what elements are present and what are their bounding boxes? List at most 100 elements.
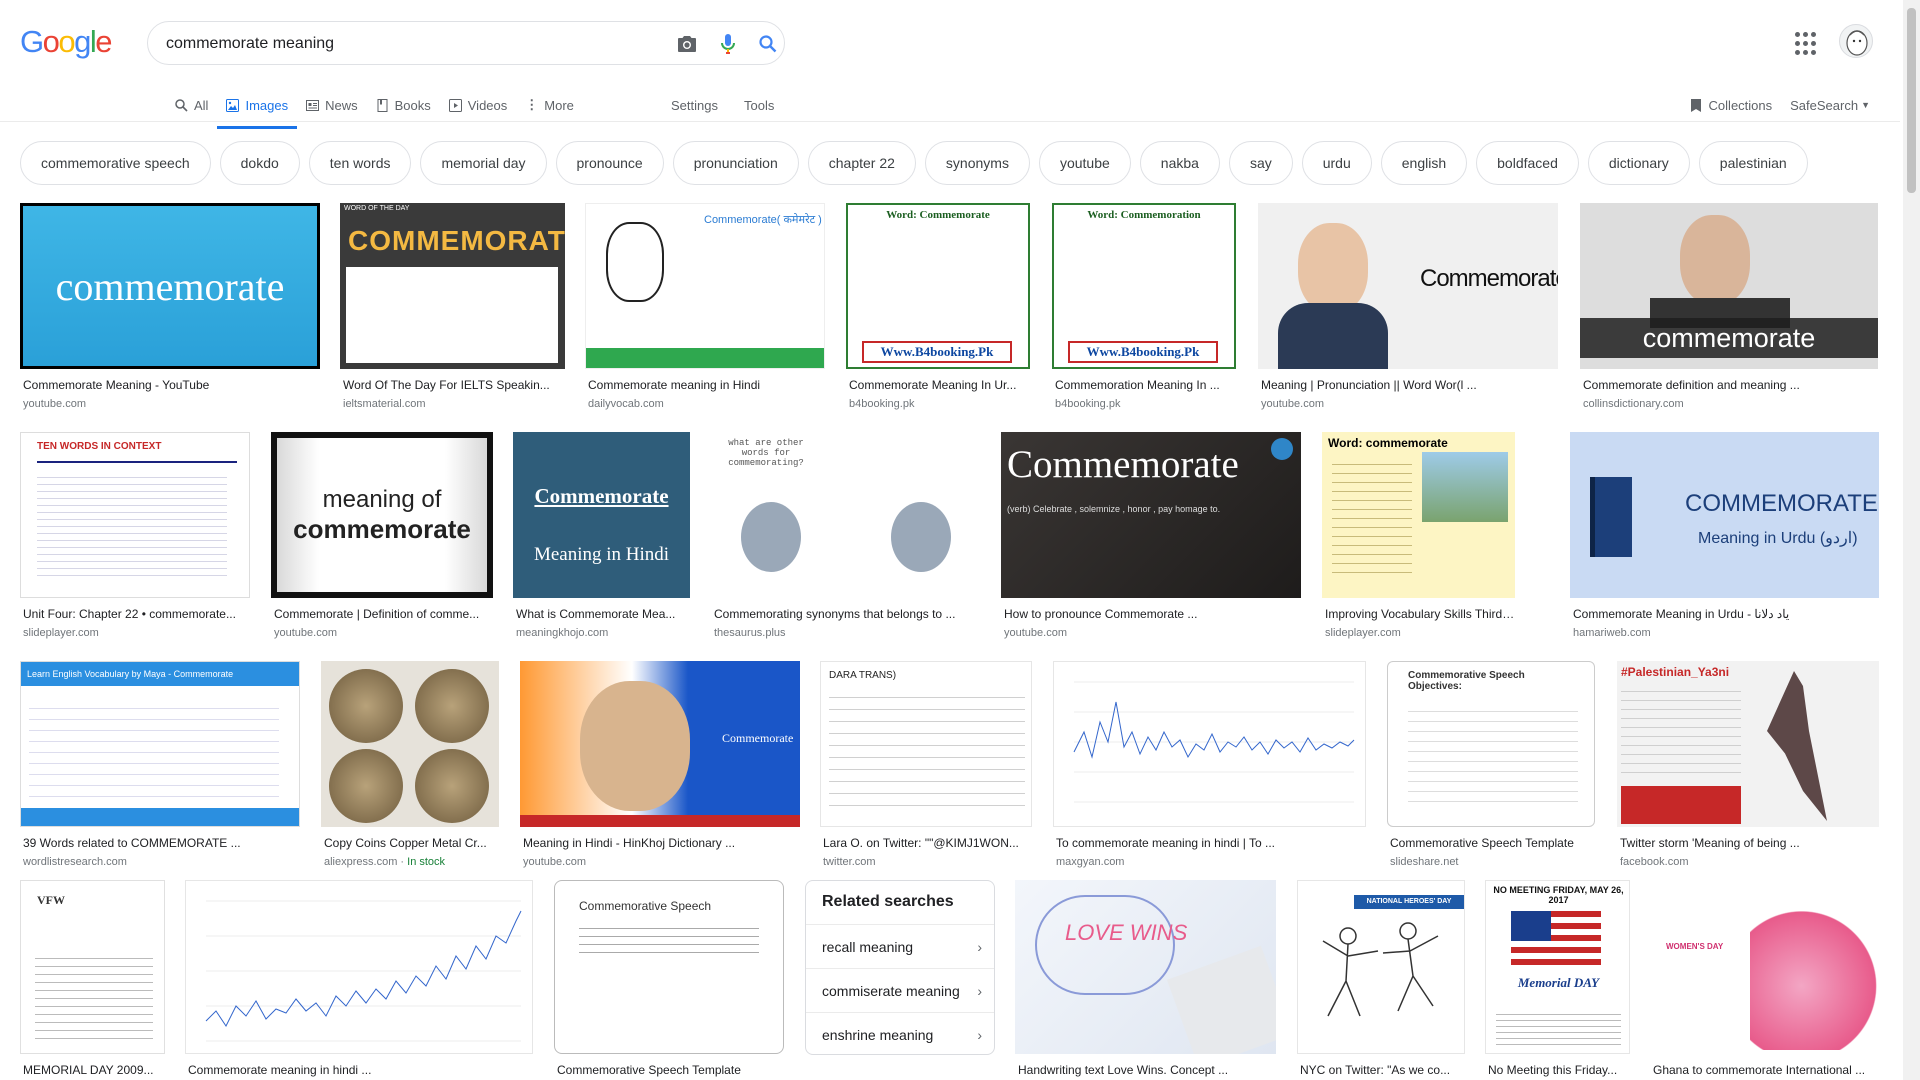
image-result[interactable]: Commemorate Meaning in Hindi What is Com… bbox=[513, 432, 690, 647]
chip[interactable]: say bbox=[1228, 141, 1293, 185]
chip[interactable]: synonyms bbox=[924, 141, 1030, 185]
collections-button[interactable]: Collections bbox=[1690, 98, 1772, 113]
search-tools: Settings Tools bbox=[662, 90, 783, 120]
safesearch-button[interactable]: SafeSearch ▼ bbox=[1790, 98, 1870, 113]
result-source: youtube.com bbox=[1004, 627, 1067, 639]
result-thumbnail: Commemorate( कमेमरेट ) bbox=[585, 203, 825, 369]
tab-all[interactable]: All bbox=[166, 90, 217, 120]
search-tabs: All Images News Books Videos ⋮ More bbox=[166, 90, 583, 129]
image-result[interactable]: commemorate Commemorate Meaning - YouTub… bbox=[20, 203, 320, 418]
scrollbar-thumb[interactable] bbox=[1907, 8, 1916, 193]
tab-more[interactable]: ⋮ More bbox=[516, 90, 583, 120]
chip[interactable]: english bbox=[1380, 141, 1468, 185]
page-scrollbar[interactable] bbox=[1903, 0, 1920, 1080]
image-result[interactable]: Commemorative Speech Commemorative Speec… bbox=[554, 880, 784, 1080]
chip[interactable]: memorial day bbox=[420, 141, 547, 185]
result-thumbnail: Commemorate bbox=[520, 661, 800, 827]
result-thumbnail: LOVE WINS bbox=[1015, 880, 1276, 1054]
image-result[interactable]: what are other words for commemorating? … bbox=[711, 432, 981, 647]
result-source: hamariweb.com bbox=[1573, 627, 1651, 639]
result-source: youtube.com bbox=[1261, 398, 1324, 410]
result-title: How to pronounce Commemorate ... bbox=[1004, 607, 1198, 621]
image-result[interactable]: Commemorate (verb) Celebrate , solemnize… bbox=[1001, 432, 1301, 647]
tab-videos[interactable]: Videos bbox=[440, 90, 517, 120]
chip[interactable]: chapter 22 bbox=[807, 141, 916, 185]
chip[interactable]: palestinian bbox=[1698, 141, 1808, 185]
google-logo[interactable]: Google bbox=[20, 24, 112, 59]
chip[interactable]: dictionary bbox=[1587, 141, 1690, 185]
image-result[interactable]: WORD OF THE DAY COMMEMORATE Word Of The … bbox=[340, 203, 565, 418]
apps-grid-icon[interactable] bbox=[1795, 32, 1819, 56]
image-result[interactable]: Commemorate( कमेमरेट ) Commemorate meani… bbox=[585, 203, 825, 418]
result-thumbnail: WORD OF THE DAY COMMEMORATE bbox=[340, 203, 565, 369]
related-searches-title: Related searches bbox=[822, 893, 954, 910]
result-thumbnail: NATIONAL HEROES' DAY bbox=[1297, 880, 1465, 1054]
settings-link[interactable]: Settings bbox=[662, 90, 727, 120]
image-result[interactable]: VFW MEMORIAL DAY 2009... bbox=[20, 880, 165, 1080]
tab-books[interactable]: Books bbox=[367, 90, 440, 120]
image-result[interactable]: Commemorate Meaning | Pronunciation || W… bbox=[1258, 203, 1558, 418]
logo-letter: g bbox=[74, 24, 91, 59]
image-result[interactable]: Word: Commemoration Www.B4booking.Pk Com… bbox=[1052, 203, 1236, 418]
chip[interactable]: ten words bbox=[308, 141, 412, 185]
result-title: 39 Words related to COMMEMORATE ... bbox=[23, 836, 241, 850]
tab-images[interactable]: Images bbox=[217, 90, 297, 129]
search-icon[interactable] bbox=[757, 33, 779, 55]
image-result[interactable]: DARA TRANS) Lara O. on Twitter: ""@KIMJ1… bbox=[820, 661, 1032, 876]
result-thumbnail: Learn English Vocabulary by Maya - Comme… bbox=[20, 661, 300, 827]
chip[interactable]: nakba bbox=[1139, 141, 1220, 185]
image-result[interactable]: Learn English Vocabulary by Maya - Comme… bbox=[20, 661, 300, 876]
image-result[interactable]: #Palestinian_Ya3ni Twitter storm 'Meanin… bbox=[1617, 661, 1879, 876]
tab-label: All bbox=[194, 97, 209, 113]
image-result[interactable]: Commemorate Meaning in Hindi - HinKhoj D… bbox=[520, 661, 800, 876]
related-search-item[interactable]: enshrine meaning › bbox=[806, 1012, 994, 1056]
related-search-item[interactable]: commiserate meaning › bbox=[806, 968, 994, 1012]
result-title: Twitter storm 'Meaning of being ... bbox=[1620, 836, 1800, 850]
avatar[interactable] bbox=[1839, 24, 1873, 58]
tab-news[interactable]: News bbox=[297, 90, 367, 120]
image-result[interactable]: Copy Coins Copper Metal Cr... aliexpress… bbox=[321, 661, 499, 876]
image-result[interactable]: Commemorative Speech Objectives: Commemo… bbox=[1387, 661, 1595, 876]
refinement-chips: commemorative speech dokdo ten words mem… bbox=[20, 141, 1808, 185]
microphone-icon[interactable] bbox=[717, 33, 739, 55]
chevron-right-icon: › bbox=[977, 983, 982, 999]
result-title: Commemorate Meaning In Ur... bbox=[849, 378, 1017, 392]
result-title: MEMORIAL DAY 2009... bbox=[23, 1063, 154, 1077]
result-thumbnail: commemorate bbox=[20, 203, 320, 369]
related-searches-card: Related searches recall meaning › commis… bbox=[805, 880, 995, 1055]
image-result[interactable]: LOVE WINS Handwriting text Love Wins. Co… bbox=[1015, 880, 1276, 1080]
image-result[interactable]: Word: commemorate Improving Vocabulary S… bbox=[1322, 432, 1515, 647]
result-title: Meaning in Hindi - HinKhoj Dictionary ..… bbox=[523, 836, 736, 850]
chip[interactable]: youtube bbox=[1038, 141, 1131, 185]
chip[interactable]: pronounce bbox=[555, 141, 664, 185]
image-result[interactable]: NO MEETING FRIDAY, MAY 26, 2017 Memorial… bbox=[1485, 880, 1630, 1080]
chip[interactable]: urdu bbox=[1301, 141, 1372, 185]
image-result[interactable]: COMMEMORATE Meaning in Urdu (اردو) Comme… bbox=[1570, 432, 1879, 647]
chip[interactable]: dokdo bbox=[219, 141, 300, 185]
image-result[interactable]: TEN WORDS IN CONTEXT Unit Four: Chapter … bbox=[20, 432, 250, 647]
related-search-item[interactable]: recall meaning › bbox=[806, 924, 994, 968]
result-title: Commemorate Meaning in Urdu - یاد دلانا bbox=[1573, 607, 1790, 621]
search-box[interactable] bbox=[147, 21, 785, 65]
result-thumbnail: NO MEETING FRIDAY, MAY 26, 2017 Memorial… bbox=[1485, 880, 1630, 1054]
chevron-right-icon: › bbox=[977, 1027, 982, 1043]
book-icon bbox=[377, 98, 388, 112]
chip[interactable]: boldfaced bbox=[1476, 141, 1579, 185]
image-result[interactable]: commemorate Commemorate definition and m… bbox=[1580, 203, 1878, 418]
image-result[interactable]: To commemorate meaning in hindi | To ...… bbox=[1053, 661, 1366, 876]
result-title: No Meeting this Friday... bbox=[1488, 1063, 1618, 1077]
result-title: Commemorative Speech Template bbox=[1390, 836, 1574, 850]
image-result[interactable]: meaning of commemorate Commemorate | Def… bbox=[271, 432, 493, 647]
search-input[interactable] bbox=[166, 33, 616, 55]
chip[interactable]: commemorative speech bbox=[20, 141, 211, 185]
result-title: Commemorative Speech Template bbox=[557, 1063, 741, 1077]
image-result[interactable]: Commemorate meaning in hindi ... bbox=[185, 880, 533, 1080]
result-title: NYC on Twitter: "As we co... bbox=[1300, 1063, 1451, 1077]
camera-icon[interactable] bbox=[676, 33, 698, 55]
image-result[interactable]: NATIONAL HEROES' DAY NYC on Twitter: "As… bbox=[1297, 880, 1465, 1080]
chip[interactable]: pronunciation bbox=[672, 141, 799, 185]
image-result[interactable]: WOMEN'S DAY Ghana to commemorate Interna… bbox=[1650, 880, 1879, 1080]
tools-link[interactable]: Tools bbox=[735, 90, 783, 120]
result-title: Word Of The Day For IELTS Speakin... bbox=[343, 378, 550, 392]
image-result[interactable]: Word: Commemorate Www.B4booking.Pk Comme… bbox=[846, 203, 1030, 418]
